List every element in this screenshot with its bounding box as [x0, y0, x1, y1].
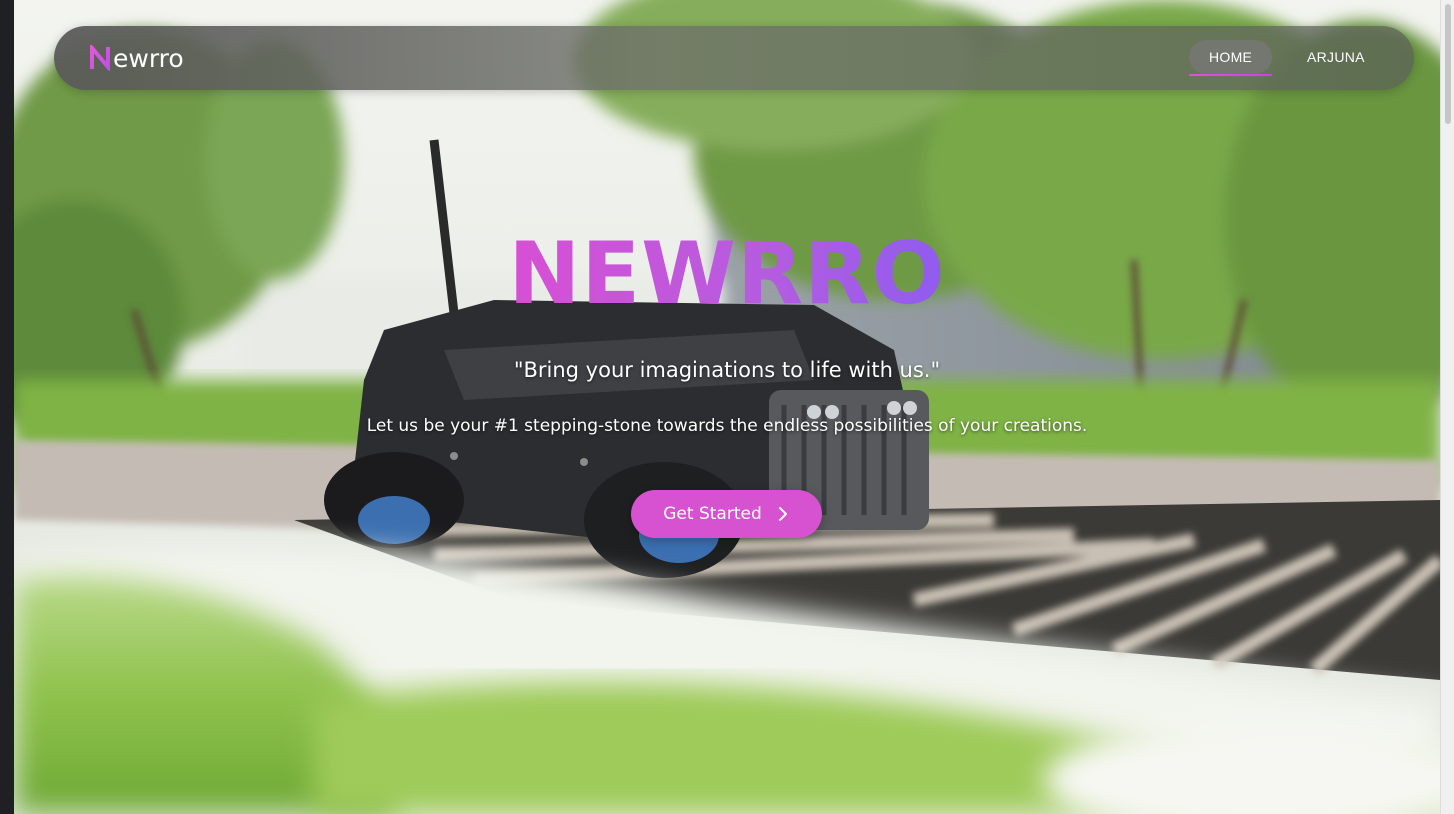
get-started-label: Get Started	[663, 504, 762, 524]
scrollbar-thumb[interactable]	[1445, 4, 1451, 124]
hero-section: ewrro HOME ARJUNA NEWRRO "Bring your ima…	[14, 0, 1440, 814]
page-scrollbar[interactable]	[1440, 0, 1454, 814]
logo[interactable]: ewrro	[90, 42, 184, 74]
logo-n-icon	[90, 45, 110, 71]
get-started-button[interactable]: Get Started	[631, 490, 822, 538]
logo-text: ewrro	[113, 43, 184, 73]
chevron-right-icon	[778, 507, 787, 521]
hero-background-image	[14, 0, 1440, 814]
nav-link-home[interactable]: HOME	[1189, 40, 1273, 76]
hero-subtitle: Let us be your #1 stepping-stone towards…	[366, 416, 1088, 436]
hero-title: NEWRRO	[14, 222, 1440, 326]
hero-title-text: NEWRRO	[508, 224, 946, 324]
hero-quote: "Bring your imaginations to life with us…	[513, 358, 941, 382]
nav-link-arjuna[interactable]: ARJUNA	[1287, 40, 1385, 74]
navbar: ewrro HOME ARJUNA	[54, 26, 1414, 90]
